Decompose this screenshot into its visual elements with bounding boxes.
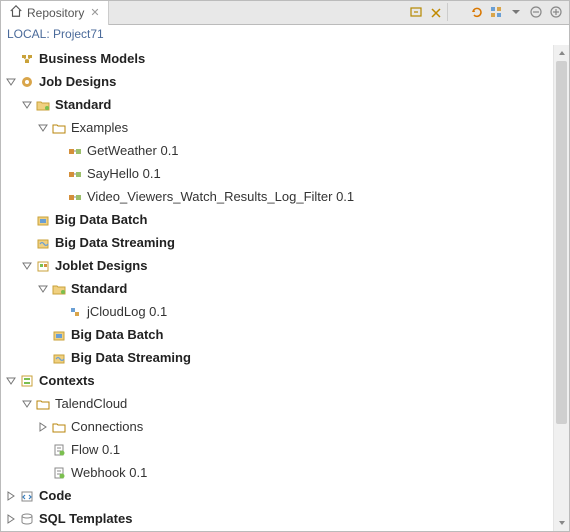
tree-label: Flow 0.1 bbox=[71, 442, 120, 457]
bigdata-streaming-icon bbox=[51, 350, 67, 366]
joblet-item-icon bbox=[67, 304, 83, 320]
separator bbox=[447, 3, 465, 21]
models-icon bbox=[19, 51, 35, 67]
tree-item-context[interactable]: Webhook 0.1 bbox=[3, 461, 553, 484]
tree-item-big-data-streaming[interactable]: Big Data Streaming bbox=[3, 231, 553, 254]
tree-label: Big Data Batch bbox=[71, 327, 163, 342]
collapse-icon[interactable] bbox=[35, 419, 51, 435]
tree-item-job[interactable]: SayHello 0.1 bbox=[3, 162, 553, 185]
tree-label: Business Models bbox=[39, 51, 145, 66]
open-perspective-button[interactable] bbox=[487, 3, 505, 21]
tree-item-code[interactable]: Code bbox=[3, 484, 553, 507]
job-designs-icon bbox=[19, 74, 35, 90]
expand-icon[interactable] bbox=[35, 120, 51, 136]
tree-label: Webhook 0.1 bbox=[71, 465, 147, 480]
sql-icon bbox=[19, 511, 35, 527]
tree-label: Code bbox=[39, 488, 72, 503]
tree-item-job[interactable]: Video_Viewers_Watch_Results_Log_Filter 0… bbox=[3, 185, 553, 208]
project-title: LOCAL: Project71 bbox=[1, 25, 569, 45]
link-editor-button[interactable] bbox=[427, 3, 445, 21]
home-icon bbox=[9, 4, 23, 21]
tree-item-joblet-bds[interactable]: Big Data Streaming bbox=[3, 346, 553, 369]
tree-item-standard[interactable]: Standard bbox=[3, 93, 553, 116]
contexts-icon bbox=[19, 373, 35, 389]
tab-label: Repository bbox=[27, 6, 84, 20]
refresh-button[interactable] bbox=[467, 3, 485, 21]
tree-item-sql-templates[interactable]: SQL Templates bbox=[3, 507, 553, 530]
collapse-icon[interactable] bbox=[3, 511, 19, 527]
tree-label: GetWeather 0.1 bbox=[87, 143, 179, 158]
view-tabbar: Repository ✕ bbox=[1, 1, 569, 25]
scroll-up-icon[interactable] bbox=[554, 45, 569, 61]
tree-label: Job Designs bbox=[39, 74, 116, 89]
joblet-icon bbox=[35, 258, 51, 274]
tree-item-big-data-batch[interactable]: Big Data Batch bbox=[3, 208, 553, 231]
bigdata-batch-icon bbox=[51, 327, 67, 343]
expand-icon[interactable] bbox=[19, 97, 35, 113]
tree-item-job[interactable]: GetWeather 0.1 bbox=[3, 139, 553, 162]
expand-icon[interactable] bbox=[35, 281, 51, 297]
scroll-down-icon[interactable] bbox=[554, 515, 569, 531]
job-icon bbox=[67, 189, 83, 205]
vertical-scrollbar[interactable] bbox=[553, 45, 569, 531]
tree-label: Video_Viewers_Watch_Results_Log_Filter 0… bbox=[87, 189, 354, 204]
close-tab-icon[interactable]: ✕ bbox=[90, 6, 99, 19]
tree-label: Connections bbox=[71, 419, 143, 434]
tree-item-examples[interactable]: Examples bbox=[3, 116, 553, 139]
tree-label: Standard bbox=[55, 97, 111, 112]
tree-label: SQL Templates bbox=[39, 511, 132, 526]
scroll-thumb[interactable] bbox=[556, 61, 567, 424]
folder-open-icon bbox=[35, 396, 51, 412]
collapse-all-button[interactable] bbox=[407, 3, 425, 21]
tree-label: jCloudLog 0.1 bbox=[87, 304, 167, 319]
context-group-icon bbox=[51, 465, 67, 481]
tree-item-connections[interactable]: Connections bbox=[3, 415, 553, 438]
folder-icon bbox=[35, 97, 51, 113]
context-group-icon bbox=[51, 442, 67, 458]
tree-label: TalendCloud bbox=[55, 396, 127, 411]
tree-label: Big Data Batch bbox=[55, 212, 147, 227]
collapse-icon[interactable] bbox=[3, 488, 19, 504]
tree-item-contexts[interactable]: Contexts bbox=[3, 369, 553, 392]
tree-item-joblet-designs[interactable]: Joblet Designs bbox=[3, 254, 553, 277]
tree-item-joblet[interactable]: jCloudLog 0.1 bbox=[3, 300, 553, 323]
job-icon bbox=[67, 166, 83, 182]
scroll-track[interactable] bbox=[554, 61, 569, 515]
tree-label: SayHello 0.1 bbox=[87, 166, 161, 181]
tree-label: Contexts bbox=[39, 373, 95, 388]
tree-label: Standard bbox=[71, 281, 127, 296]
tree-item-joblet-bdb[interactable]: Big Data Batch bbox=[3, 323, 553, 346]
minimize-button[interactable] bbox=[527, 3, 545, 21]
tree-label: Joblet Designs bbox=[55, 258, 147, 273]
job-icon bbox=[67, 143, 83, 159]
expand-icon[interactable] bbox=[3, 74, 19, 90]
maximize-button[interactable] bbox=[547, 3, 565, 21]
view-menu-button[interactable] bbox=[507, 3, 525, 21]
bigdata-batch-icon bbox=[35, 212, 51, 228]
folder-icon bbox=[51, 419, 67, 435]
tree-label: Big Data Streaming bbox=[55, 235, 175, 250]
expand-icon[interactable] bbox=[19, 258, 35, 274]
tree-item-business-models[interactable]: Business Models bbox=[3, 47, 553, 70]
tree-item-job-designs[interactable]: Job Designs bbox=[3, 70, 553, 93]
expand-icon[interactable] bbox=[19, 396, 35, 412]
repository-tree: Business Models Job Designs Standard E bbox=[1, 45, 553, 531]
repository-tab[interactable]: Repository ✕ bbox=[1, 1, 109, 25]
folder-open-icon bbox=[51, 120, 67, 136]
tree-item-talendcloud[interactable]: TalendCloud bbox=[3, 392, 553, 415]
tree-item-context[interactable]: Flow 0.1 bbox=[3, 438, 553, 461]
folder-icon bbox=[51, 281, 67, 297]
expand-icon[interactable] bbox=[3, 373, 19, 389]
code-icon bbox=[19, 488, 35, 504]
bigdata-streaming-icon bbox=[35, 235, 51, 251]
tree-label: Big Data Streaming bbox=[71, 350, 191, 365]
tree-item-joblet-standard[interactable]: Standard bbox=[3, 277, 553, 300]
tree-label: Examples bbox=[71, 120, 128, 135]
